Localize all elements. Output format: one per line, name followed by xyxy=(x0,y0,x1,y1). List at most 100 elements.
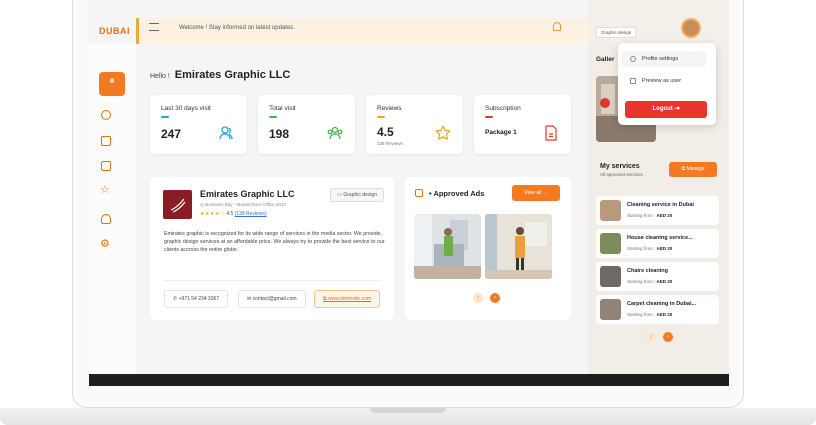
profile-settings-label: Profile settings xyxy=(642,56,679,62)
company-description: Emirates graphic is recognized for its w… xyxy=(164,231,385,253)
category-text: Graphic design xyxy=(343,192,377,198)
company-title: Emirates Graphic LLC xyxy=(174,69,291,81)
website-text: www.demosite.com xyxy=(327,296,372,302)
address-text: Business Bay - Marasi Drive Office 2013 xyxy=(205,202,286,207)
website-link[interactable]: ⧉ www.demosite.com xyxy=(314,290,381,308)
stat-accent xyxy=(485,116,493,118)
service-price: Starting from : AED 20 xyxy=(627,279,672,284)
price-label: Starting from : xyxy=(627,279,656,284)
logout-button[interactable]: Logout ⇥ xyxy=(625,101,707,118)
service-thumbnail xyxy=(600,266,621,287)
sidebar-settings-icon[interactable]: ⚙ xyxy=(100,237,110,250)
manage-label: Manage xyxy=(686,166,705,172)
company-logo-mark-icon xyxy=(170,198,186,213)
sidebar-calendar-icon[interactable] xyxy=(101,161,111,171)
phone-text: +971 54 234 3367 xyxy=(178,296,220,302)
service-item[interactable]: Chairs cleaning Starting from : AED 20 xyxy=(596,262,719,291)
rating-value: 4.5 xyxy=(226,211,234,217)
price-label: Starting from : xyxy=(627,213,656,218)
stat-accent xyxy=(377,116,385,118)
external-link-icon xyxy=(630,78,636,84)
ad-photo-cleaning-2 xyxy=(485,214,552,279)
welcome-text: Welcome ! Stay informed on latest update… xyxy=(179,25,295,31)
sidebar-item-dashboard[interactable]: ▦ xyxy=(99,72,125,96)
document-icon xyxy=(545,125,557,141)
app-logo[interactable]: DUBAI xyxy=(99,26,130,36)
divider xyxy=(164,280,381,281)
service-price: Starting from : AED 20 xyxy=(627,312,672,317)
view-all-label: View all xyxy=(524,190,542,196)
company-address: ◎ Business Bay - Marasi Drive Office 201… xyxy=(200,202,286,207)
menu-icon[interactable] xyxy=(149,23,159,31)
preview-as-user-item[interactable]: Preview as user xyxy=(622,73,706,89)
profile-settings-item[interactable]: Profile settings xyxy=(622,51,706,67)
sidebar-ticket-icon[interactable] xyxy=(101,136,111,146)
sidebar: ▦ ☆ ⚙ xyxy=(89,44,136,386)
bell-icon[interactable] xyxy=(553,22,561,31)
stat-accent xyxy=(161,116,169,118)
stat-label: Reviews xyxy=(377,105,402,112)
price-value: AED 20 xyxy=(656,279,673,284)
ad-photo-cleaning-1 xyxy=(414,214,481,279)
laptop-notch xyxy=(370,408,446,413)
stat-label: Subscription xyxy=(485,105,521,112)
gallery-label: Galler xyxy=(596,56,615,63)
group-icon xyxy=(327,126,343,140)
right-panel: Graphic design Galler Profile settings P… xyxy=(588,0,729,386)
logout-label: Logout xyxy=(652,106,673,112)
right-panel-header: Graphic design xyxy=(588,0,729,44)
email-chip[interactable]: ✉ contact@gmail.com xyxy=(238,290,306,308)
service-thumbnail xyxy=(600,200,621,221)
price-value: AED 20 xyxy=(656,312,673,317)
ads-box-icon xyxy=(415,189,423,197)
avatar[interactable] xyxy=(681,18,701,38)
services-subtitle: All approved services xyxy=(600,172,643,177)
ads-title: • Approved Ads xyxy=(429,189,485,198)
sidebar-box-icon[interactable] xyxy=(101,110,111,120)
stat-card-total-visits: Total visit 198 xyxy=(258,95,355,154)
stat-card-subscription: Subscription Package 1 xyxy=(474,95,571,154)
services-next-button[interactable]: › xyxy=(663,332,673,342)
stat-card-visits-30: Last 30 days visit 247 xyxy=(150,95,247,154)
stat-card-reviews: Reviews 4.5 138 Reviews xyxy=(366,95,463,154)
ads-next-button[interactable]: › xyxy=(490,293,500,303)
service-name: Carpet cleaning in Dubai... xyxy=(627,301,697,307)
service-item[interactable]: Cleaning service in Dubai Starting from … xyxy=(596,196,719,225)
services-prev-button[interactable]: ‹ xyxy=(646,332,656,342)
sidebar-star-icon[interactable]: ☆ xyxy=(100,183,110,196)
service-name: House cleaning service... xyxy=(627,235,693,241)
stat-value: 4.5 xyxy=(377,125,394,139)
main-content: Hello ! Emirates Graphic LLC Last 30 day… xyxy=(136,44,588,374)
profile-dropdown: Profile settings Preview as user Logout … xyxy=(618,43,716,125)
view-all-button[interactable]: View all → xyxy=(512,185,560,201)
company-logo xyxy=(163,190,192,219)
service-item[interactable]: House cleaning service... Starting from … xyxy=(596,229,719,258)
price-label: Starting from : xyxy=(627,246,656,251)
star-icon xyxy=(435,125,451,140)
approved-ads-card: • Approved Ads View all → ‹ › xyxy=(405,177,571,320)
ad-image-2[interactable] xyxy=(485,214,552,279)
manage-button[interactable]: ⧉ Manage xyxy=(669,162,717,177)
service-item[interactable]: Carpet cleaning in Dubai... Starting fro… xyxy=(596,295,719,324)
reviews-link[interactable]: (138 Reviews) xyxy=(235,211,267,217)
ads-prev-button[interactable]: ‹ xyxy=(473,293,483,303)
service-thumbnail xyxy=(600,233,621,254)
sidebar-bell-icon[interactable] xyxy=(101,214,111,224)
company-name: Emirates Graphic LLC xyxy=(200,189,295,199)
service-name: Cleaning service in Dubai xyxy=(627,202,694,208)
hello-text: Hello ! xyxy=(150,73,170,80)
stat-value: 198 xyxy=(269,127,290,141)
page-title: Hello ! Emirates Graphic LLC xyxy=(150,69,290,81)
welcome-banner: Welcome ! Stay informed on latest update… xyxy=(136,18,588,44)
stat-accent xyxy=(269,116,277,118)
service-thumbnail xyxy=(600,299,621,320)
phone-chip[interactable]: ✆ +971 54 234 3367 xyxy=(164,290,229,308)
services-title: My services xyxy=(600,163,640,170)
dashboard-screen: DUBAI Welcome ! Stay informed on latest … xyxy=(89,0,729,386)
my-services-panel: My services All approved services ⧉ Mana… xyxy=(596,157,722,357)
stat-value: 247 xyxy=(161,127,182,141)
category-tag: ▭ Graphic design xyxy=(330,188,384,202)
email-text: contact@gmail.com xyxy=(252,296,297,302)
ad-image-1[interactable] xyxy=(414,214,481,279)
stat-label: Total visit xyxy=(269,105,296,112)
